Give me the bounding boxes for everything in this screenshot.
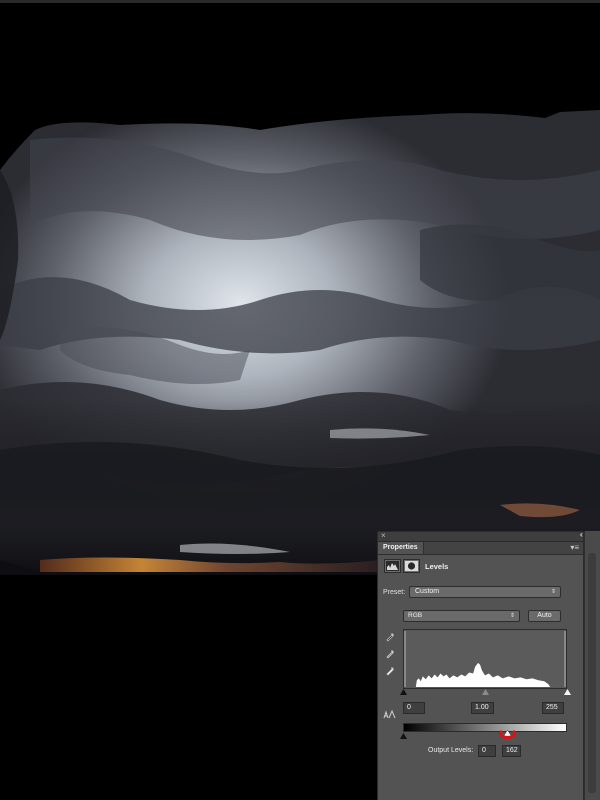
layer-mask-icon[interactable]: [403, 559, 420, 573]
levels-adjustment-icon[interactable]: [384, 559, 401, 573]
annotation-circle: [499, 728, 516, 739]
panel-menu-icon[interactable]: ▾≡: [570, 543, 579, 552]
input-white-field[interactable]: 255: [542, 702, 564, 714]
scrollbar-thumb[interactable]: [588, 553, 596, 793]
panel-title-bar[interactable]: × ‹‹: [378, 530, 584, 542]
clipping-warning-icon[interactable]: [383, 709, 397, 719]
adjustment-title: Levels: [425, 562, 449, 571]
gray-point-eyedropper-icon[interactable]: [385, 648, 396, 659]
panel-scrollbar[interactable]: [584, 531, 600, 800]
dropdown-arrow-icon: ⇕: [509, 613, 515, 619]
close-icon[interactable]: ×: [381, 531, 386, 540]
preset-dropdown[interactable]: Custom ⇕: [409, 586, 561, 598]
output-levels-slider[interactable]: [400, 730, 567, 739]
panel-tab-row: Properties ▾≡: [378, 542, 583, 555]
black-output-handle[interactable]: [400, 733, 407, 739]
black-point-eyedropper-icon[interactable]: [385, 631, 396, 642]
input-gamma-field[interactable]: 1.00: [471, 702, 494, 714]
white-point-eyedropper-icon[interactable]: [385, 665, 396, 676]
input-levels-slider[interactable]: [400, 689, 571, 696]
channel-value: RGB: [408, 612, 423, 619]
gamma-input-handle[interactable]: [482, 689, 489, 695]
white-input-handle[interactable]: [564, 689, 571, 695]
output-levels-label: Output Levels:: [428, 747, 474, 754]
tab-properties[interactable]: Properties: [378, 542, 424, 554]
dropdown-arrow-icon: ⇕: [550, 589, 556, 595]
output-black-field[interactable]: 0: [478, 745, 496, 757]
input-black-field[interactable]: 0: [403, 702, 425, 714]
channel-dropdown[interactable]: RGB ⇕: [403, 610, 520, 622]
output-white-field[interactable]: 162: [502, 745, 521, 757]
histogram: [403, 629, 567, 689]
properties-panel: × ‹‹ Properties ▾≡ Levels Preset: Custom…: [377, 530, 584, 800]
preset-label: Preset:: [383, 589, 406, 596]
preset-value: Custom: [415, 588, 440, 595]
collapse-icon[interactable]: ‹‹: [580, 530, 584, 539]
black-input-handle[interactable]: [400, 689, 407, 695]
auto-button[interactable]: Auto: [528, 610, 561, 622]
